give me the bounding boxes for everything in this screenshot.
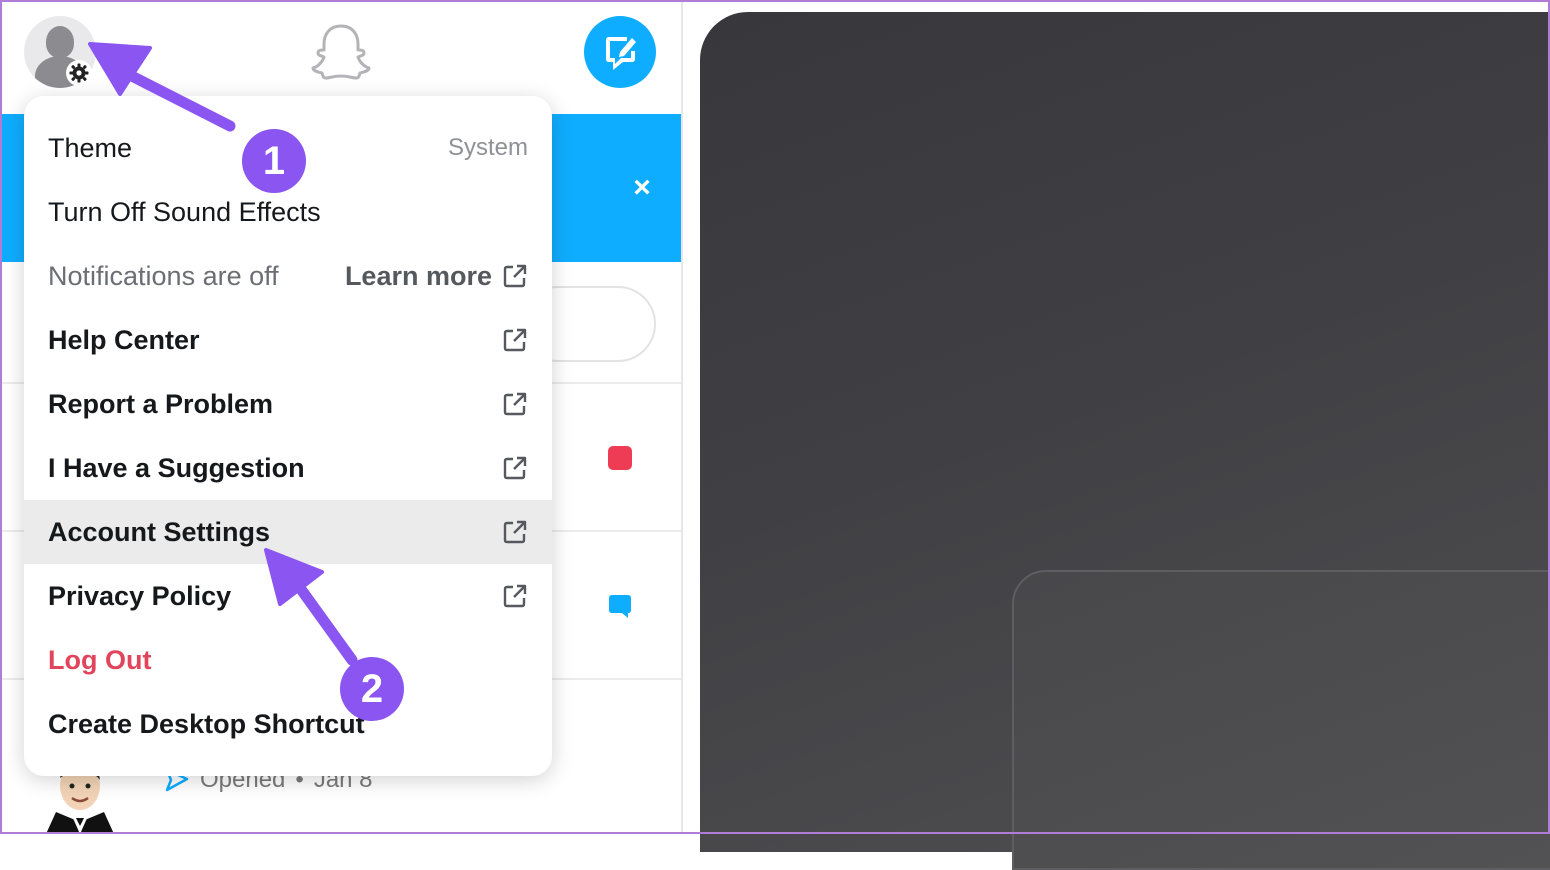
menu-item-account-settings[interactable]: Account Settings — [24, 500, 552, 564]
menu-item-label: Log Out — [48, 644, 152, 675]
menu-item-label: Report a Problem — [48, 388, 274, 419]
menu-item-suggestion[interactable]: I Have a Suggestion — [24, 436, 552, 500]
menu-item-label: Notifications are off — [48, 260, 279, 291]
external-link-icon — [503, 520, 527, 544]
external-link-icon — [503, 392, 527, 416]
learn-more-label: Learn more — [344, 260, 492, 291]
compose-button[interactable] — [584, 16, 656, 88]
external-link-icon — [503, 584, 527, 608]
menu-item-label: Create Desktop Shortcut — [48, 708, 365, 739]
menu-item-label: Help Center — [48, 324, 200, 355]
menu-item-label: Turn Off Sound Effects — [48, 196, 321, 227]
unread-snap-indicator — [608, 446, 632, 470]
menu-item-help-center[interactable]: Help Center — [24, 308, 552, 372]
menu-item-desktop-shortcut[interactable]: Create Desktop Shortcut — [24, 692, 552, 756]
ghost-icon[interactable] — [310, 22, 372, 82]
menu-item-label: Account Settings — [48, 516, 271, 547]
menu-item-notifications: Notifications are off Learn more — [24, 244, 552, 308]
menu-item-report-problem[interactable]: Report a Problem — [24, 372, 552, 436]
external-link-icon — [503, 328, 527, 352]
theme-value: System — [447, 134, 528, 161]
annotation-badge-1: 1 — [242, 129, 306, 193]
external-link-icon — [503, 264, 527, 288]
chat-bubble-icon — [609, 595, 631, 618]
gear-icon[interactable] — [66, 60, 92, 86]
menu-item-label: I Have a Suggestion — [48, 452, 305, 483]
preview-inner-card — [1012, 570, 1550, 870]
settings-menu: Theme System Turn Off Sound Effects Noti… — [24, 96, 552, 776]
close-icon[interactable]: × — [628, 173, 656, 203]
learn-more-link[interactable]: Learn more — [345, 261, 528, 292]
external-link-icon — [503, 456, 527, 480]
avatar-icon — [46, 26, 74, 58]
menu-item-privacy-policy[interactable]: Privacy Policy — [24, 564, 552, 628]
menu-item-log-out[interactable]: Log Out — [24, 628, 552, 692]
menu-item-label: Theme — [48, 132, 133, 163]
compose-icon — [606, 37, 636, 70]
menu-item-label: Privacy Policy — [48, 580, 232, 611]
annotation-badge-2: 2 — [340, 657, 404, 721]
